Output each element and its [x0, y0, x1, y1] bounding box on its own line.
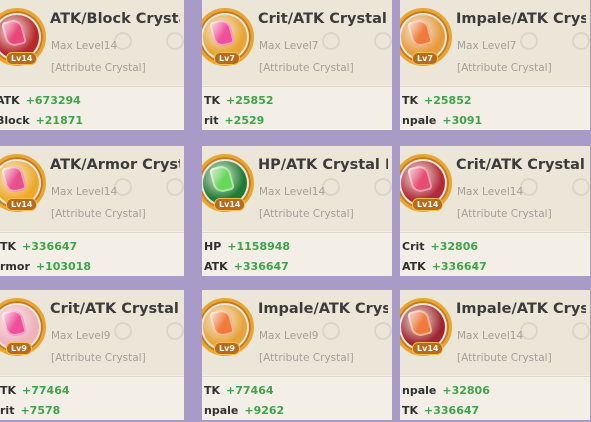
stat-row: rit +2529: [204, 114, 265, 127]
stat-row: npale +3091: [402, 114, 483, 127]
stat-row: TK +336647: [402, 404, 480, 417]
stat-row: rit +7578: [0, 404, 61, 417]
crystal-title: HP/ATK Crystal I: [258, 157, 388, 173]
stat-row: rmor +103018: [0, 260, 92, 273]
crystal-badge-icon: Lv7: [202, 8, 254, 66]
max-level: Max Level7: [259, 40, 319, 52]
crystal-type: [Attribute Crystal]: [51, 352, 146, 364]
crystal-card[interactable]: Lv14 Crit/ATK Crystal Max Level14 [Attri…: [400, 146, 590, 276]
stat-row: HP +1158948: [204, 240, 291, 253]
stat-row: npale +9262: [204, 404, 285, 417]
badge-level: Lv7: [214, 52, 240, 65]
stat-row: TK +25852: [402, 94, 472, 107]
stat-row: ATK +336647: [204, 260, 289, 273]
badge-level: Lv14: [6, 52, 38, 65]
crystal-type: [Attribute Crystal]: [457, 208, 552, 220]
stat-row: ATK +336647: [402, 260, 487, 273]
crystal-title: ATK/Armor Cryst: [50, 157, 180, 173]
crystal-card[interactable]: Lv9 Crit/ATK Crystal Max Level9 [Attribu…: [0, 290, 184, 420]
max-level: Max Level14: [259, 186, 326, 198]
max-level: Max Level14: [457, 330, 524, 342]
stat-row: ATK+673294: [0, 94, 81, 107]
badge-level: Lv14: [6, 198, 38, 211]
max-level: Max Level14: [51, 40, 118, 52]
crystal-card[interactable]: Lv14 ATK/Armor Cryst Max Level14 [Attrib…: [0, 146, 184, 276]
badge-level: Lv9: [6, 342, 32, 355]
stat-row: TK +77464: [0, 384, 70, 397]
badge-level: Lv9: [214, 342, 240, 355]
badge-level: Lv7: [412, 52, 438, 65]
crystal-badge-icon: Lv14: [400, 298, 452, 356]
crystal-badge-icon: Lv7: [400, 8, 452, 66]
stat-row: TK +77464: [204, 384, 274, 397]
crystal-type: [Attribute Crystal]: [457, 62, 552, 74]
crystal-badge-icon: Lv14: [0, 8, 46, 66]
max-level: Max Level9: [259, 330, 319, 342]
crystal-card[interactable]: Lv7 Impale/ATK Crysta Max Level7 [Attrib…: [400, 0, 590, 130]
crystal-type: [Attribute Crystal]: [457, 352, 552, 364]
crystal-type: [Attribute Crystal]: [51, 208, 146, 220]
crystal-title: Crit/ATK Crystal: [258, 11, 387, 27]
stat-row: npale +32806: [402, 384, 490, 397]
crystal-type: [Attribute Crystal]: [259, 352, 354, 364]
crystal-badge-icon: Lv9: [202, 298, 254, 356]
crystal-badge-icon: Lv14: [202, 154, 254, 212]
stat-row: Crit +32806: [402, 240, 479, 253]
badge-level: Lv14: [412, 342, 444, 355]
max-level: Max Level14: [51, 186, 118, 198]
crystal-title: ATK/Block Crystal: [50, 11, 180, 27]
crystal-badge-icon: Lv9: [0, 298, 46, 356]
crystal-type: [Attribute Crystal]: [259, 208, 354, 220]
crystal-type: [Attribute Crystal]: [259, 62, 354, 74]
crystal-card[interactable]: Lv14 Impale/ATK Crystal Max Level14 [Att…: [400, 290, 590, 420]
crystal-title: Impale/ATK Crystal: [258, 301, 388, 317]
crystal-badge-icon: Lv14: [0, 154, 46, 212]
badge-level: Lv14: [412, 198, 444, 211]
crystal-card[interactable]: Lv14 HP/ATK Crystal I Max Level14 [Attri…: [202, 146, 392, 276]
crystal-type: [Attribute Crystal]: [51, 62, 146, 74]
crystal-card[interactable]: Lv14 ATK/Block Crystal Max Level14 [Attr…: [0, 0, 184, 130]
crystal-card[interactable]: Lv7 Crit/ATK Crystal Max Level7 [Attribu…: [202, 0, 392, 130]
badge-level: Lv14: [214, 198, 246, 211]
max-level: Max Level14: [457, 186, 524, 198]
crystal-title: Crit/ATK Crystal: [50, 301, 179, 317]
crystal-title: Impale/ATK Crysta: [456, 11, 586, 27]
crystal-card[interactable]: Lv9 Impale/ATK Crystal Max Level9 [Attri…: [202, 290, 392, 420]
max-level: Max Level7: [457, 40, 517, 52]
crystal-title: Crit/ATK Crystal: [456, 157, 585, 173]
stat-row: TK +25852: [204, 94, 274, 107]
crystal-title: Impale/ATK Crystal: [456, 301, 586, 317]
crystal-grid: Lv14 ATK/Block Crystal Max Level14 [Attr…: [0, 0, 591, 422]
max-level: Max Level9: [51, 330, 111, 342]
stat-row: TK +336647: [0, 240, 78, 253]
stat-row: Block +21871: [0, 114, 84, 127]
crystal-badge-icon: Lv14: [400, 154, 452, 212]
